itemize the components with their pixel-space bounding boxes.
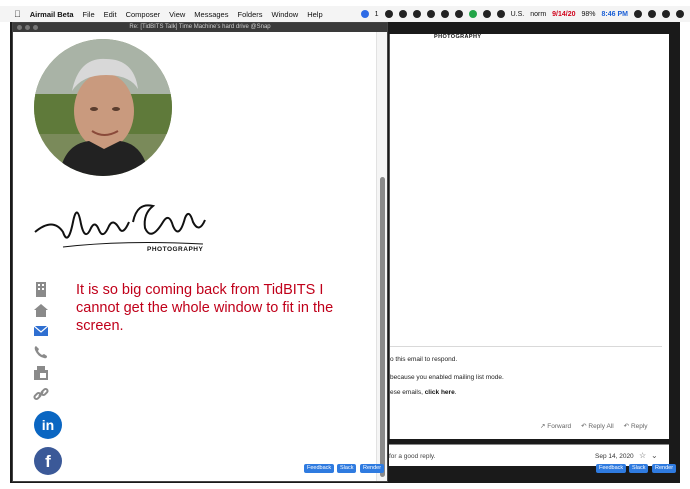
mail-icon[interactable] <box>33 323 49 339</box>
unsubscribe-link[interactable]: click here <box>425 389 455 396</box>
app-status-icon[interactable] <box>360 10 369 18</box>
footer-text: . <box>454 389 457 396</box>
menu-list-icon[interactable] <box>676 10 684 18</box>
reply-all-button[interactable]: ↶ Reply All <box>581 422 614 430</box>
footer-text: ese emails, <box>390 389 425 396</box>
divider <box>390 346 662 347</box>
zoom-window-button[interactable] <box>33 25 38 30</box>
message-text: It is so big coming back from TidBITS I … <box>76 282 334 334</box>
feedback-button[interactable]: Feedback <box>304 464 335 473</box>
menu-messages[interactable]: Messages <box>194 10 228 19</box>
next-message-row[interactable]: for a good reply. Sep 14, 2020 ☆ ⌄ <box>389 444 669 466</box>
status-badge-count: 1 <box>374 10 379 18</box>
reply-button[interactable]: ↶ Reply <box>624 422 648 430</box>
phone-icon[interactable] <box>33 344 49 360</box>
message-actions: ↗ Forward ↶ Reply All ↶ Reply <box>540 422 648 430</box>
footer-text: o this email to respond. <box>390 356 458 363</box>
forward-button[interactable]: ↗ Forward <box>540 422 571 430</box>
slack-button[interactable]: Slack <box>337 464 357 473</box>
reply-all-label: Reply All <box>588 423 614 430</box>
status-icon[interactable] <box>496 10 505 18</box>
user-icon[interactable] <box>662 10 670 18</box>
input-source-label[interactable]: U.S. <box>511 11 525 18</box>
message-snippet: for a good reply. <box>389 453 436 460</box>
status-icon[interactable] <box>482 10 491 18</box>
apple-icon[interactable]:  <box>14 9 21 19</box>
avatar <box>34 39 172 176</box>
menu-app[interactable]: Airmail Beta <box>30 10 74 19</box>
minimize-window-button[interactable] <box>25 25 30 30</box>
home-icon <box>34 304 48 317</box>
signature-subtitle: PHOTOGRAPHY <box>147 246 204 253</box>
footer-text: because you enabled mailing list mode. <box>390 374 504 381</box>
status-icon[interactable] <box>634 10 642 18</box>
reply-label: Reply <box>630 423 648 430</box>
render-button[interactable]: Render <box>360 464 385 473</box>
window-title: Re: [TidBITS Talk] Time Machine's hard d… <box>13 23 387 32</box>
close-window-button[interactable] <box>17 25 22 30</box>
linkedin-icon[interactable]: in <box>34 411 62 439</box>
scrollbar-thumb[interactable] <box>380 177 385 477</box>
render-button[interactable]: Render <box>652 464 677 473</box>
star-icon[interactable]: ☆ <box>639 451 646 460</box>
compose-window: Re: [TidBITS Talk] Time Machine's hard d… <box>12 22 388 482</box>
status-icon[interactable] <box>398 10 407 18</box>
facebook-icon[interactable]: f <box>34 447 62 475</box>
user-name[interactable]: norm <box>530 11 546 18</box>
reader-window: PHOTOGRAPHY o this email to respond. bec… <box>389 34 669 439</box>
menu-help[interactable]: Help <box>307 10 322 19</box>
status-icon[interactable] <box>440 10 449 18</box>
menu-file[interactable]: File <box>83 10 95 19</box>
scrollbar[interactable] <box>376 32 387 481</box>
status-icon[interactable] <box>426 10 435 18</box>
footer-text: ese emails, click here. <box>390 389 457 396</box>
status-icon[interactable] <box>648 10 656 18</box>
feedback-button[interactable]: Feedback <box>596 464 627 473</box>
menubar-time[interactable]: 8:46 PM <box>602 11 628 18</box>
slack-button[interactable]: Slack <box>629 464 649 473</box>
status-icon[interactable] <box>384 10 393 18</box>
chevron-down-icon[interactable]: ⌄ <box>651 451 658 460</box>
menu-edit[interactable]: Edit <box>104 10 117 19</box>
status-icon[interactable] <box>412 10 421 18</box>
battery-level[interactable]: 98% <box>582 11 596 18</box>
menu-bar:  Airmail Beta File Edit Composer View M… <box>0 6 690 22</box>
status-area: 1 U.S. norm 9/14/20 98% 8:46 PM <box>360 6 684 22</box>
message-body[interactable]: PHOTOGRAPHY in f It is so big coming bac… <box>13 32 378 481</box>
reply-icon: ↶ <box>623 423 631 430</box>
screen:  Airmail Beta File Edit Composer View M… <box>0 0 690 489</box>
link-icon[interactable] <box>33 386 49 402</box>
signature-logo <box>34 204 206 248</box>
forward-label: Forward <box>547 423 572 430</box>
status-icon[interactable] <box>468 10 477 18</box>
signature-subtitle: PHOTOGRAPHY <box>434 34 482 40</box>
status-icon[interactable] <box>454 10 463 18</box>
menu-window[interactable]: Window <box>272 10 299 19</box>
menu-folders[interactable]: Folders <box>237 10 262 19</box>
building-icon <box>36 282 46 297</box>
menubar-date: 9/14/20 <box>552 10 576 18</box>
message-date: Sep 14, 2020 <box>595 453 634 460</box>
fax-icon <box>34 366 48 380</box>
menu-view[interactable]: View <box>169 10 185 19</box>
menu-composer[interactable]: Composer <box>126 10 161 19</box>
